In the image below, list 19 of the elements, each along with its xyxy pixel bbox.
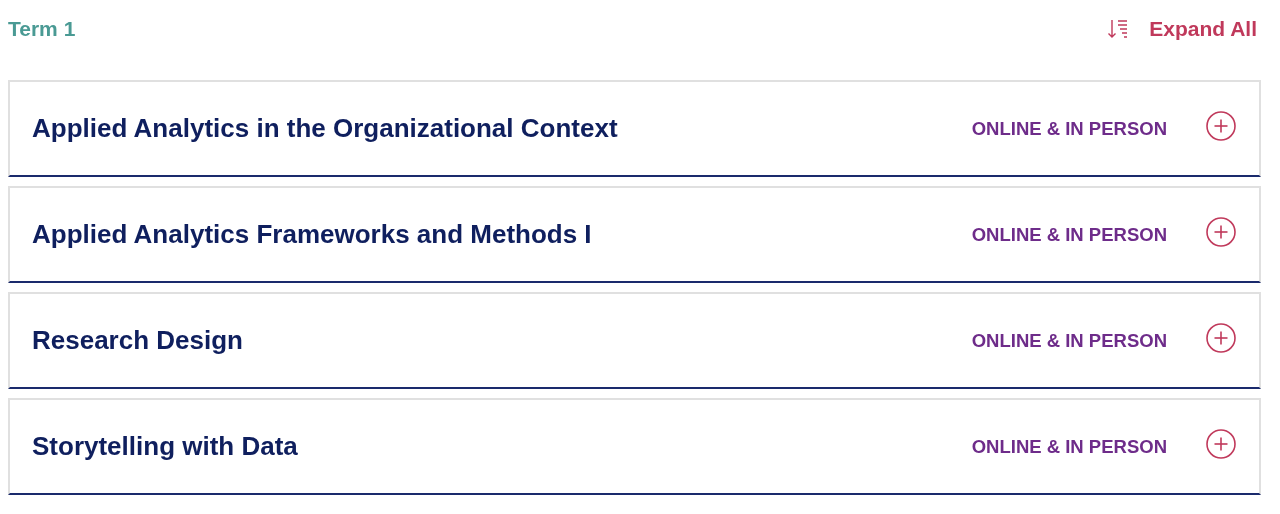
- expand-button[interactable]: [1205, 321, 1237, 354]
- sort-icon: [1107, 18, 1130, 40]
- course-mode: ONLINE & IN PERSON: [971, 117, 1167, 140]
- course-mode: ONLINE & IN PERSON: [971, 435, 1167, 458]
- course-card[interactable]: Storytelling with Data ONLINE & IN PERSON: [8, 398, 1261, 495]
- expand-button[interactable]: [1205, 109, 1237, 142]
- course-card[interactable]: Research Design ONLINE & IN PERSON: [8, 292, 1261, 389]
- course-card[interactable]: Applied Analytics in the Organizational Context ONLINE & IN PERSON: [8, 80, 1261, 177]
- course-title: Research Design: [32, 325, 244, 356]
- expand-button[interactable]: [1205, 215, 1237, 248]
- course-title: Applied Analytics in the Organizational Context: [32, 113, 619, 144]
- course-card[interactable]: Applied Analytics Frameworks and Methods I ONLINE & IN PERSON: [8, 186, 1261, 283]
- course-title: Storytelling with Data: [32, 431, 299, 462]
- course-mode: ONLINE & IN PERSON: [971, 329, 1167, 352]
- expand-button[interactable]: [1205, 427, 1237, 460]
- course-mode: ONLINE & IN PERSON: [971, 223, 1167, 246]
- course-title: Applied Analytics Frameworks and Methods I: [32, 219, 593, 250]
- term-heading: Term 1: [8, 17, 76, 41]
- expand-all-button[interactable]: Expand All: [1107, 17, 1257, 41]
